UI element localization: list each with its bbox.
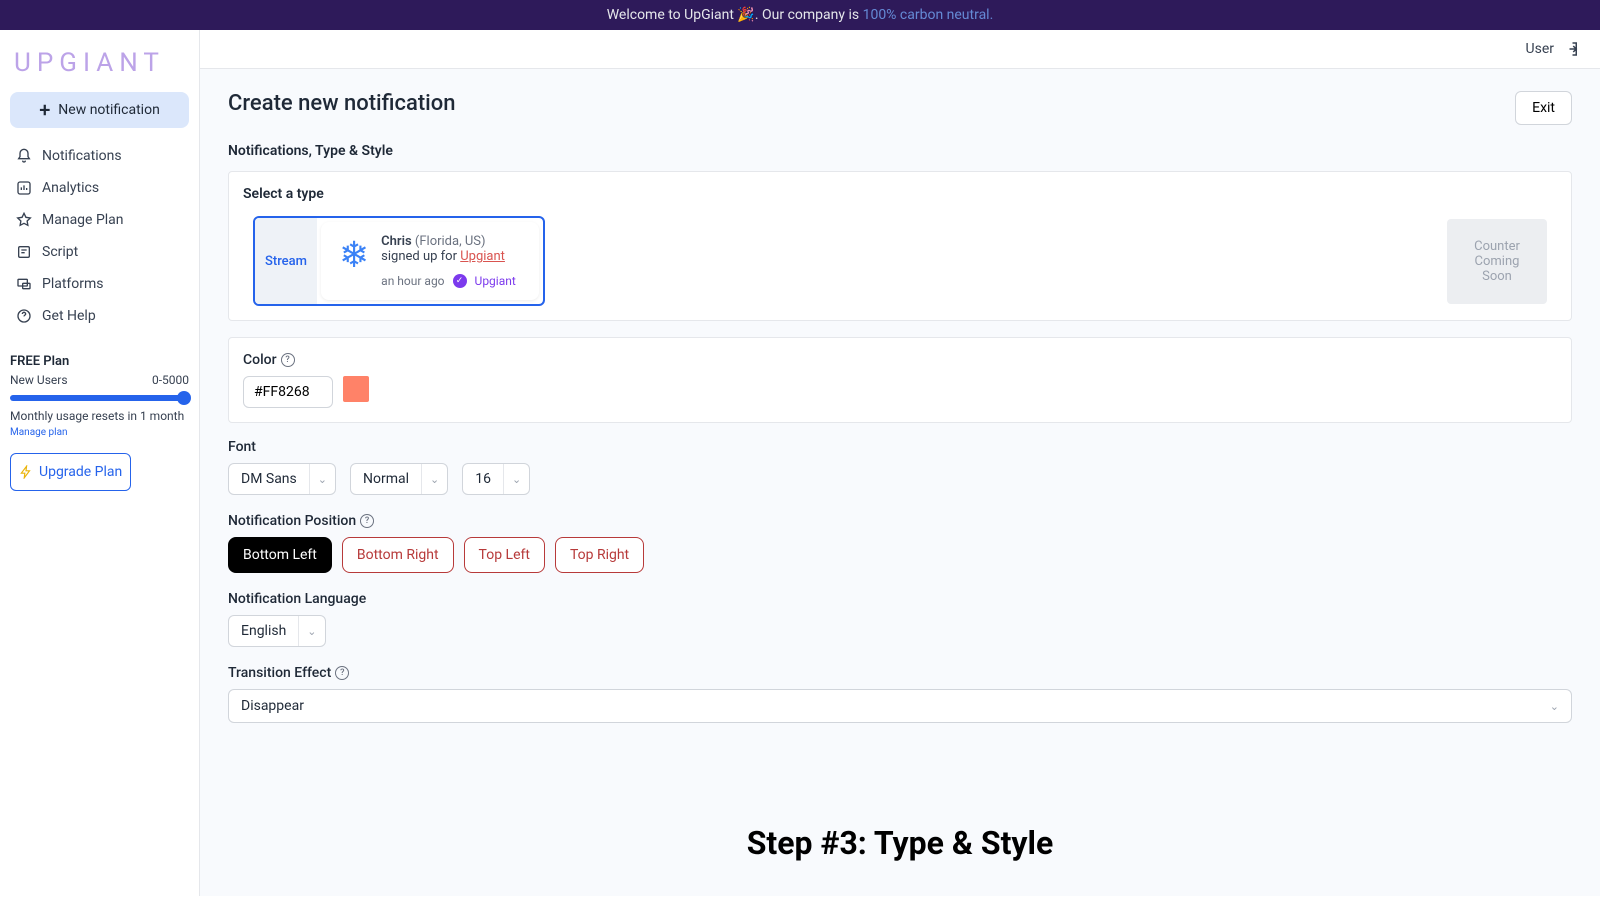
new-notification-label: New notification: [58, 102, 160, 118]
preview-time: an hour ago: [381, 274, 444, 288]
preview-product-link[interactable]: Upgiant: [460, 249, 505, 264]
chevron-down-icon: ⌄: [504, 473, 529, 486]
sidebar-label: Platforms: [42, 276, 104, 292]
type-option-counter: Counter Coming Soon: [1447, 219, 1547, 304]
star-icon: [16, 212, 32, 228]
font-label: Font: [228, 439, 256, 455]
plan-title: FREE Plan: [10, 354, 189, 369]
font-size-select[interactable]: 16⌄: [462, 463, 530, 495]
sidebar-item-platforms[interactable]: Platforms: [10, 268, 189, 300]
transition-select[interactable]: Disappear ⌄: [228, 689, 1572, 723]
bolt-icon: [19, 465, 33, 479]
sidebar-label: Notifications: [42, 148, 122, 164]
position-bottom-right[interactable]: Bottom Right: [342, 537, 454, 573]
usage-slider[interactable]: [10, 395, 189, 401]
sidebar-label: Script: [42, 244, 78, 260]
select-value: Disappear: [241, 698, 304, 714]
chevron-down-icon: ⌄: [299, 625, 324, 638]
stream-tab-label: Stream: [255, 218, 317, 304]
upgrade-label: Upgrade Plan: [39, 464, 122, 480]
plus-icon: +: [39, 105, 50, 115]
chevron-down-icon: ⌄: [1550, 700, 1559, 713]
sidebar-item-script[interactable]: Script: [10, 236, 189, 268]
color-swatch[interactable]: [343, 376, 369, 402]
script-icon: [16, 244, 32, 260]
manage-plan-link[interactable]: Manage plan: [10, 427, 68, 438]
select-value: English: [229, 616, 299, 646]
preview-location: (Florida, US): [415, 234, 486, 249]
sidebar: UPGIANT + New notification Notifications…: [0, 30, 200, 896]
position-label: Notification Position: [228, 513, 356, 529]
select-value: DM Sans: [229, 464, 310, 494]
plan-reset-text: Monthly usage resets in 1 month: [10, 409, 189, 423]
top-banner: Welcome to UpGiant 🎉. Our company is 100…: [0, 0, 1600, 30]
chevron-down-icon: ⌄: [310, 473, 335, 486]
slider-thumb[interactable]: [177, 391, 191, 405]
position-top-left[interactable]: Top Left: [464, 537, 545, 573]
upgrade-plan-button[interactable]: Upgrade Plan: [10, 453, 131, 491]
banner-text: Welcome to UpGiant 🎉. Our company is: [607, 7, 863, 23]
chevron-down-icon: ⌄: [422, 473, 447, 486]
help-icon: [16, 308, 32, 324]
help-icon[interactable]: ?: [335, 666, 349, 680]
user-label: User: [1526, 41, 1554, 57]
exit-button[interactable]: Exit: [1515, 91, 1572, 125]
sidebar-item-notifications[interactable]: Notifications: [10, 140, 189, 172]
sidebar-label: Manage Plan: [42, 212, 124, 228]
new-notification-button[interactable]: + New notification: [10, 92, 189, 128]
position-top-right[interactable]: Top Right: [555, 537, 644, 573]
counter-subtitle: Coming Soon: [1465, 254, 1529, 284]
verified-icon: ✓: [453, 274, 467, 288]
chart-icon: [16, 180, 32, 196]
platforms-icon: [16, 276, 32, 292]
plan-users-label: New Users: [10, 373, 68, 387]
preview-name: Chris: [381, 234, 412, 249]
font-weight-select[interactable]: Normal⌄: [350, 463, 448, 495]
transition-label: Transition Effect: [228, 665, 331, 681]
app-logo: UPGIANT: [14, 48, 189, 78]
language-label: Notification Language: [228, 591, 366, 607]
notification-preview: ❄ Chris (Florida, US) signed up for Upgi…: [321, 222, 539, 300]
color-label: Color: [243, 352, 277, 368]
carbon-neutral-link[interactable]: 100% carbon neutral.: [863, 7, 994, 23]
sidebar-label: Get Help: [42, 308, 96, 324]
help-icon[interactable]: ?: [281, 353, 295, 367]
section-heading: Notifications, Type & Style: [228, 143, 1572, 159]
preview-action: signed up for: [381, 249, 460, 264]
page-title: Create new notification: [228, 91, 456, 116]
content-area: Create new notification Exit Notificatio…: [200, 69, 1600, 896]
color-box: Color ?: [228, 337, 1572, 423]
main-header: User: [200, 30, 1600, 69]
language-select[interactable]: English⌄: [228, 615, 326, 647]
type-option-stream[interactable]: Stream ❄ Chris (Florida, US) signe: [253, 216, 545, 306]
help-icon[interactable]: ?: [360, 514, 374, 528]
type-selection-box: Select a type Stream ❄ Chris (Florida, U…: [228, 171, 1572, 321]
logout-icon[interactable]: [1562, 40, 1580, 58]
counter-title: Counter: [1465, 239, 1529, 254]
bell-icon: [16, 148, 32, 164]
preview-brand: Upgiant: [475, 274, 516, 288]
plan-block: FREE Plan New Users 0-5000 Monthly usage…: [10, 354, 189, 491]
type-label: Select a type: [243, 186, 1557, 202]
sidebar-label: Analytics: [42, 180, 99, 196]
position-bottom-left[interactable]: Bottom Left: [228, 537, 332, 573]
step-overlay-text: Step #3: Type & Style: [747, 824, 1054, 862]
sidebar-item-manage-plan[interactable]: Manage Plan: [10, 204, 189, 236]
sidebar-item-analytics[interactable]: Analytics: [10, 172, 189, 204]
select-value: Normal: [351, 464, 422, 494]
sidebar-item-get-help[interactable]: Get Help: [10, 300, 189, 332]
select-value: 16: [463, 464, 504, 494]
color-input[interactable]: [243, 376, 333, 408]
snowflake-icon: ❄: [339, 234, 369, 288]
font-family-select[interactable]: DM Sans⌄: [228, 463, 336, 495]
main: User Create new notification Exit Notifi…: [200, 30, 1600, 896]
plan-range: 0-5000: [152, 373, 189, 387]
